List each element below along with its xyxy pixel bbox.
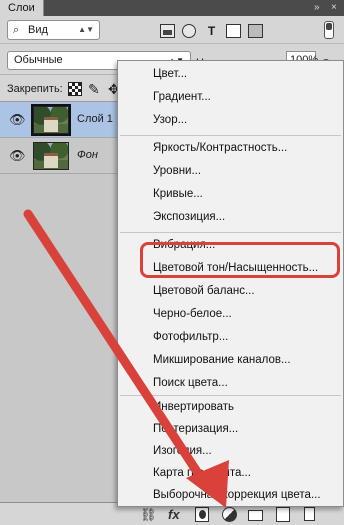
layer-name: Фон [77,149,98,161]
filter-toggle-switch[interactable] [324,21,334,39]
new-layer-icon[interactable] [276,507,290,522]
tab-layers[interactable]: Слои [0,0,44,16]
add-mask-icon[interactable] [195,507,209,522]
menu-item-levels[interactable]: Уровни... [153,163,201,179]
collapse-panel-icon[interactable]: » [314,0,320,16]
adjustment-layer-menu: Цвет... Градиент... Узор... Яркость/Конт… [117,60,344,507]
panel-title-bar: Слои » × [0,0,344,16]
highlight-box [140,242,340,278]
lock-transparency-icon[interactable] [68,82,82,96]
adjustment-filter-icon[interactable] [182,24,196,38]
menu-item-invert[interactable]: Инвертировать [153,399,234,415]
layer-thumbnail [33,142,69,170]
chevron-updown-icon: ▲▼ [78,25,94,34]
filter-type-select[interactable]: ⌕ Вид ▲▼ [7,20,100,40]
menu-item-gradient-map[interactable]: Карта градиента... [153,465,251,481]
menu-item-brightness-contrast[interactable]: Яркость/Контрастность... [153,140,287,156]
menu-separator [120,232,341,233]
search-icon: ⌕ [13,24,20,36]
link-layers-icon[interactable]: ⛓ [140,507,157,522]
menu-item-curves[interactable]: Кривые... [153,186,203,202]
menu-separator [120,395,341,396]
menu-item-color-lookup[interactable]: Поиск цвета... [153,375,228,391]
filter-type-value: Вид [28,24,48,36]
smart-object-filter-icon[interactable] [248,24,263,38]
blend-mode-value: Обычные [14,54,63,66]
layer-filter-bar: ⌕ Вид ▲▼ T [0,16,344,44]
menu-item-exposure[interactable]: Экспозиция... [153,209,225,225]
menu-item-color-balance[interactable]: Цветовой баланс... [153,283,255,299]
layer-style-fx-icon[interactable]: fx [168,507,180,522]
type-filter-icon[interactable]: T [204,24,219,38]
visibility-eye-icon[interactable]: 👁 [9,149,26,163]
pixel-filter-icon[interactable] [160,24,175,38]
menu-item-threshold[interactable]: Изогелия... [153,443,212,459]
new-group-folder-icon[interactable] [248,510,263,521]
menu-item-posterize[interactable]: Постеризация... [153,421,238,437]
menu-separator [120,135,341,136]
menu-item-photo-filter[interactable]: Фотофильтр... [153,329,228,345]
menu-item-channel-mixer[interactable]: Микширование каналов... [153,352,291,368]
visibility-eye-icon[interactable]: 👁 [9,113,26,127]
menu-item-black-white[interactable]: Черно-белое... [153,306,232,322]
layer-name: Слой 1 [77,113,113,125]
menu-item-solid-color[interactable]: Цвет... [153,66,187,82]
menu-item-gradient[interactable]: Градиент... [153,89,211,105]
new-adjustment-layer-icon[interactable] [222,507,237,522]
lock-pixels-brush-icon[interactable]: ✎ [88,82,102,96]
lock-label: Закрепить: [7,83,63,95]
layer-thumbnail [31,104,71,136]
menu-item-pattern[interactable]: Узор... [153,112,187,128]
shape-filter-icon[interactable] [226,24,241,38]
close-panel-icon[interactable]: × [331,0,337,16]
menu-item-selective-color[interactable]: Выборочная коррекция цвета... [153,487,321,503]
delete-layer-trash-icon[interactable] [304,507,315,521]
